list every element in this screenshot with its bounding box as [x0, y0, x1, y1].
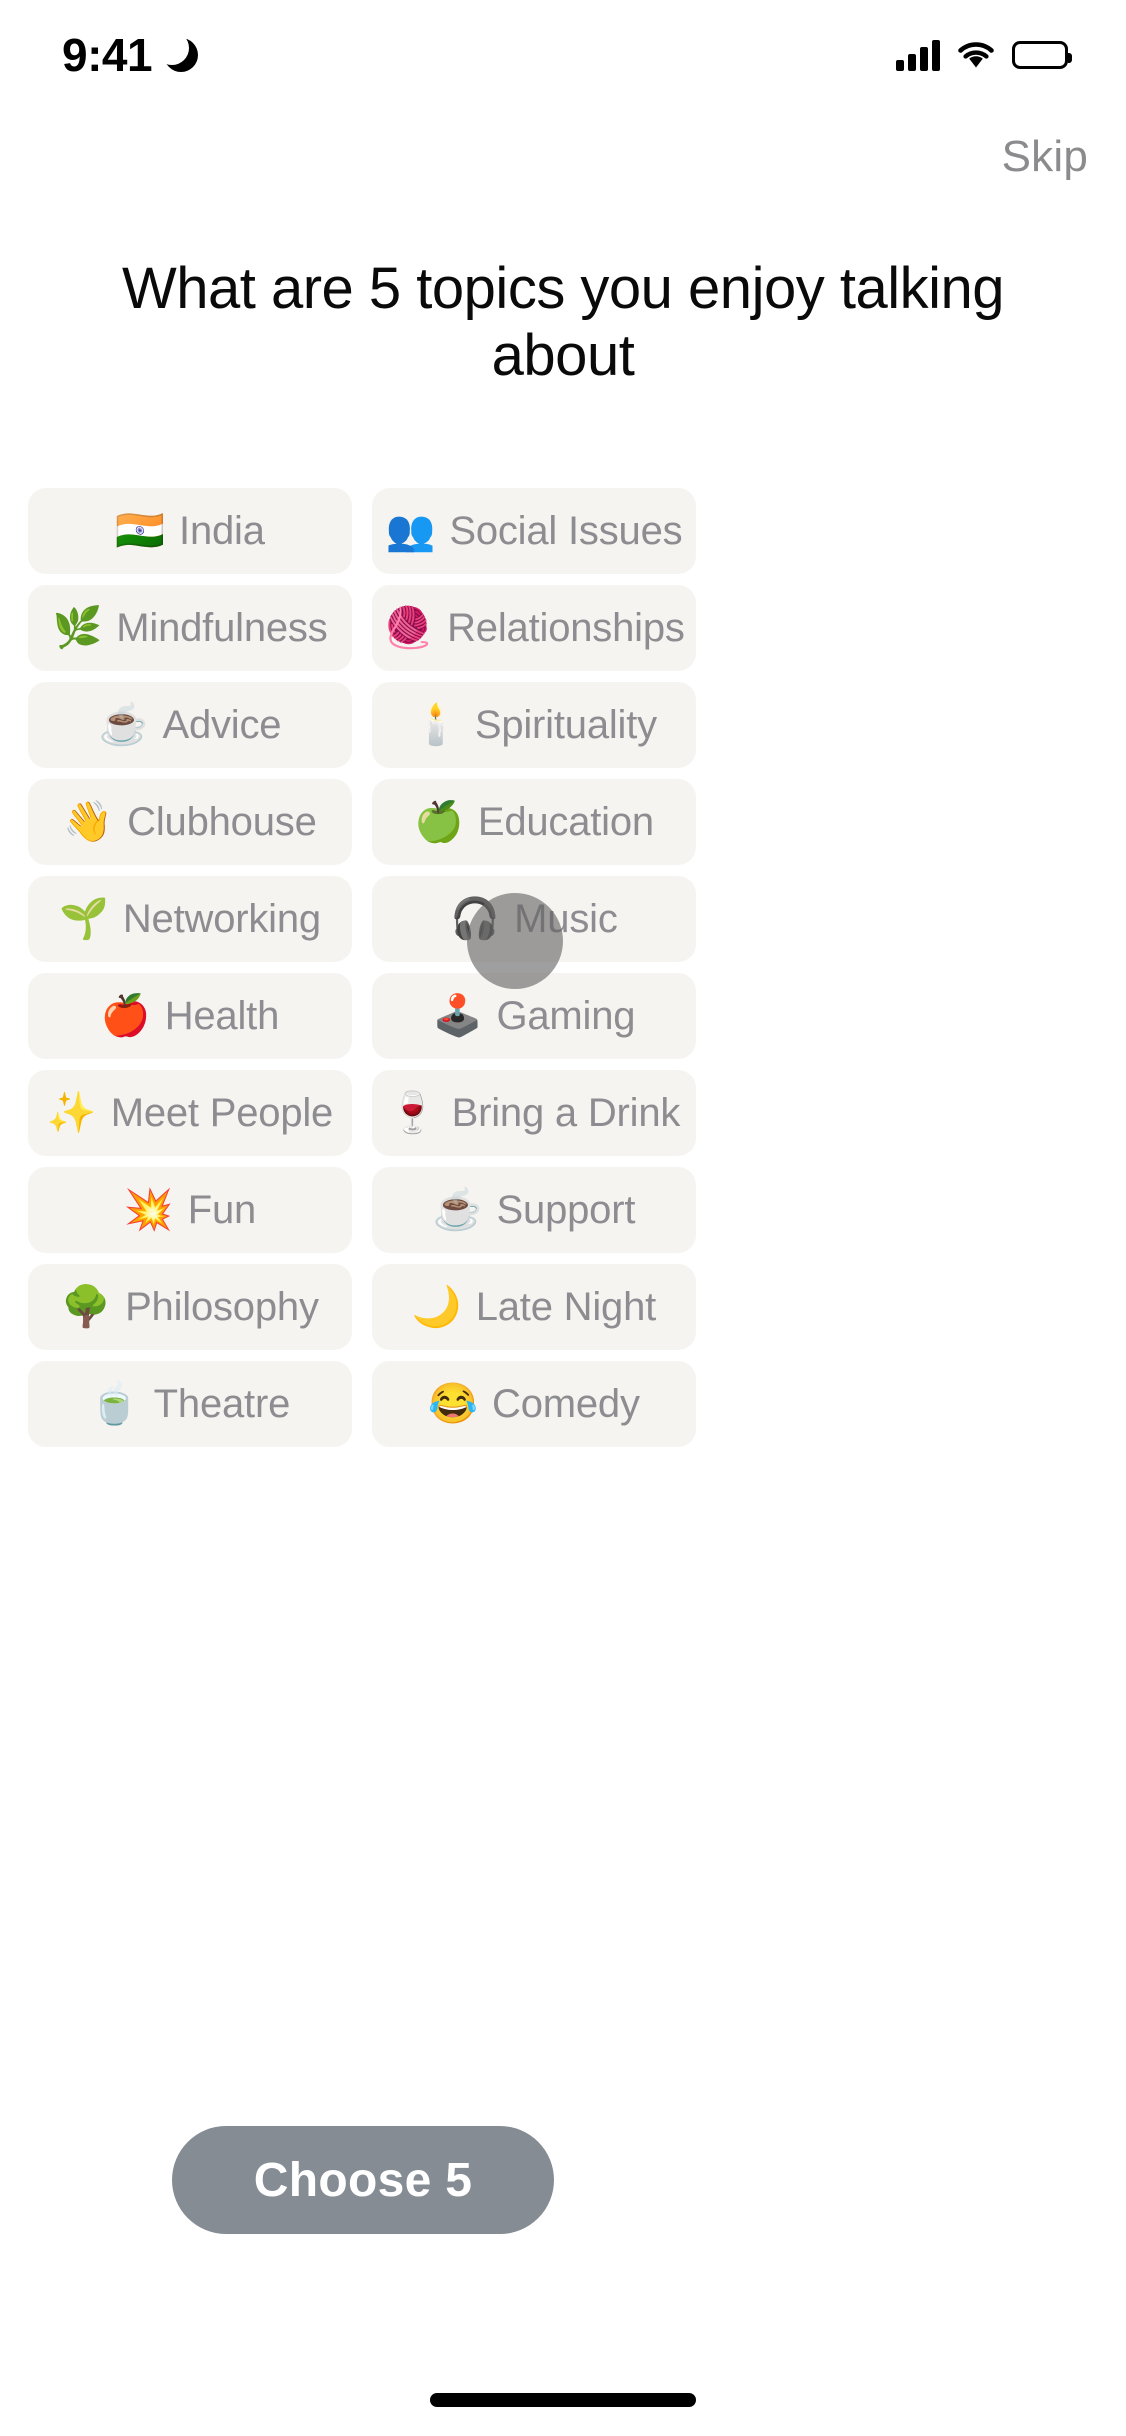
waving-hand-icon: 👋: [63, 800, 114, 844]
crescent-moon-icon: 🌙: [411, 1285, 462, 1329]
red-apple-icon: 🍎: [100, 994, 151, 1038]
topic-chip-label: Fun: [187, 1187, 257, 1232]
headphones-icon: 🎧: [450, 897, 501, 941]
wine-glass-icon: 🍷: [387, 1091, 438, 1135]
topic-chip-label: Theatre: [153, 1381, 291, 1426]
wifi-icon: [958, 42, 994, 68]
topic-chip-label: India: [179, 508, 265, 553]
topic-chip-label: Gaming: [496, 993, 636, 1038]
topic-chip-label: Bring a Drink: [451, 1090, 681, 1135]
page-title: What are 5 topics you enjoy talking abou…: [122, 256, 1004, 389]
yarn-ball-icon: 🧶: [383, 606, 434, 650]
topic-chip[interactable]: 🧶 Relationships: [372, 585, 696, 671]
topic-chip-label: Spirituality: [474, 702, 657, 747]
herb-leaf-icon: 🌿: [52, 606, 103, 650]
skip-button[interactable]: Skip: [1002, 132, 1088, 182]
laughing-face-icon: 😂: [428, 1382, 479, 1426]
topic-chip[interactable]: 🕯️ Spirituality: [372, 682, 696, 768]
topic-chip[interactable]: 🌿 Mindfulness: [28, 585, 352, 671]
topic-chip-label: Comedy: [492, 1381, 640, 1426]
topic-chip[interactable]: 👥 Social Issues: [372, 488, 696, 574]
status-bar-right: [896, 39, 1072, 71]
status-time: 9:41: [62, 29, 153, 81]
topic-chip-label: Mindfulness: [116, 605, 328, 650]
topic-chip[interactable]: 👋 Clubhouse: [28, 779, 352, 865]
topic-chip[interactable]: 😂 Comedy: [372, 1361, 696, 1447]
cellular-signal-icon: [896, 39, 940, 71]
topic-chip-label: Support: [496, 1187, 636, 1232]
teacup-icon: 🍵: [89, 1382, 140, 1426]
topics-grid: 🇮🇳 India 👥 Social Issues 🌿 Mindfulness 🧶 Relati…: [28, 488, 1098, 1447]
topic-chip[interactable]: 💥 Fun: [28, 1167, 352, 1253]
topic-chip[interactable]: 🕹️ Gaming: [372, 973, 696, 1059]
topic-chip-label: Networking: [122, 896, 321, 941]
sparkles-icon: ✨: [46, 1091, 97, 1135]
topic-chip-label: Relationships: [447, 605, 685, 650]
topic-chip-label: Health: [164, 993, 280, 1038]
topic-chip[interactable]: 🍵 Theatre: [28, 1361, 352, 1447]
topic-chip-label: Education: [477, 799, 654, 844]
topic-chip[interactable]: 🍎 Health: [28, 973, 352, 1059]
two-people-icon: 👥: [385, 509, 436, 553]
topic-chip-label: Music: [514, 896, 618, 941]
india-flag-icon: 🇮🇳: [115, 509, 166, 553]
topic-chip-label: Philosophy: [125, 1284, 319, 1329]
topic-chip[interactable]: 🎧 Music: [372, 876, 696, 962]
topic-chip-label: Late Night: [475, 1284, 657, 1329]
status-bar-left: 9:41: [62, 28, 199, 82]
topic-chip[interactable]: 🍷 Bring a Drink: [372, 1070, 696, 1156]
tree-icon: 🌳: [61, 1285, 112, 1329]
green-apple-icon: 🍏: [414, 800, 464, 844]
collision-icon: 💥: [123, 1188, 174, 1232]
seedling-icon: 🌱: [59, 897, 109, 941]
topic-chip-label: Clubhouse: [127, 799, 317, 844]
topic-chip[interactable]: 🌙 Late Night: [372, 1264, 696, 1350]
status-bar: 9:41: [0, 0, 1126, 110]
topic-chip-label: Advice: [162, 702, 282, 747]
choose-button[interactable]: Choose 5: [172, 2126, 554, 2234]
topic-chip[interactable]: 🌳 Philosophy: [28, 1264, 352, 1350]
choose-button-label: Choose 5: [253, 2153, 473, 2207]
hot-coffee-icon: ☕: [432, 1188, 483, 1232]
topic-chip[interactable]: 🍏 Education: [372, 779, 696, 865]
joystick-icon: 🕹️: [432, 994, 483, 1038]
topic-chip[interactable]: ☕ Support: [372, 1167, 696, 1253]
crescent-moon-icon: [155, 31, 199, 72]
home-indicator: [430, 2393, 696, 2407]
app-screen: 9:41 Skip What are 5 topics you enjoy ta…: [0, 0, 1126, 2436]
topic-chip-label: Meet People: [110, 1090, 334, 1135]
battery-full-icon: [1012, 41, 1072, 69]
hot-coffee-icon: ☕: [98, 703, 149, 747]
topic-chip[interactable]: ✨ Meet People: [28, 1070, 352, 1156]
topic-chip[interactable]: 🌱 Networking: [28, 876, 352, 962]
topic-chip-label: Social Issues: [449, 508, 683, 553]
candle-icon: 🕯️: [411, 703, 461, 747]
topic-chip[interactable]: ☕ Advice: [28, 682, 352, 768]
topic-chip[interactable]: 🇮🇳 India: [28, 488, 352, 574]
